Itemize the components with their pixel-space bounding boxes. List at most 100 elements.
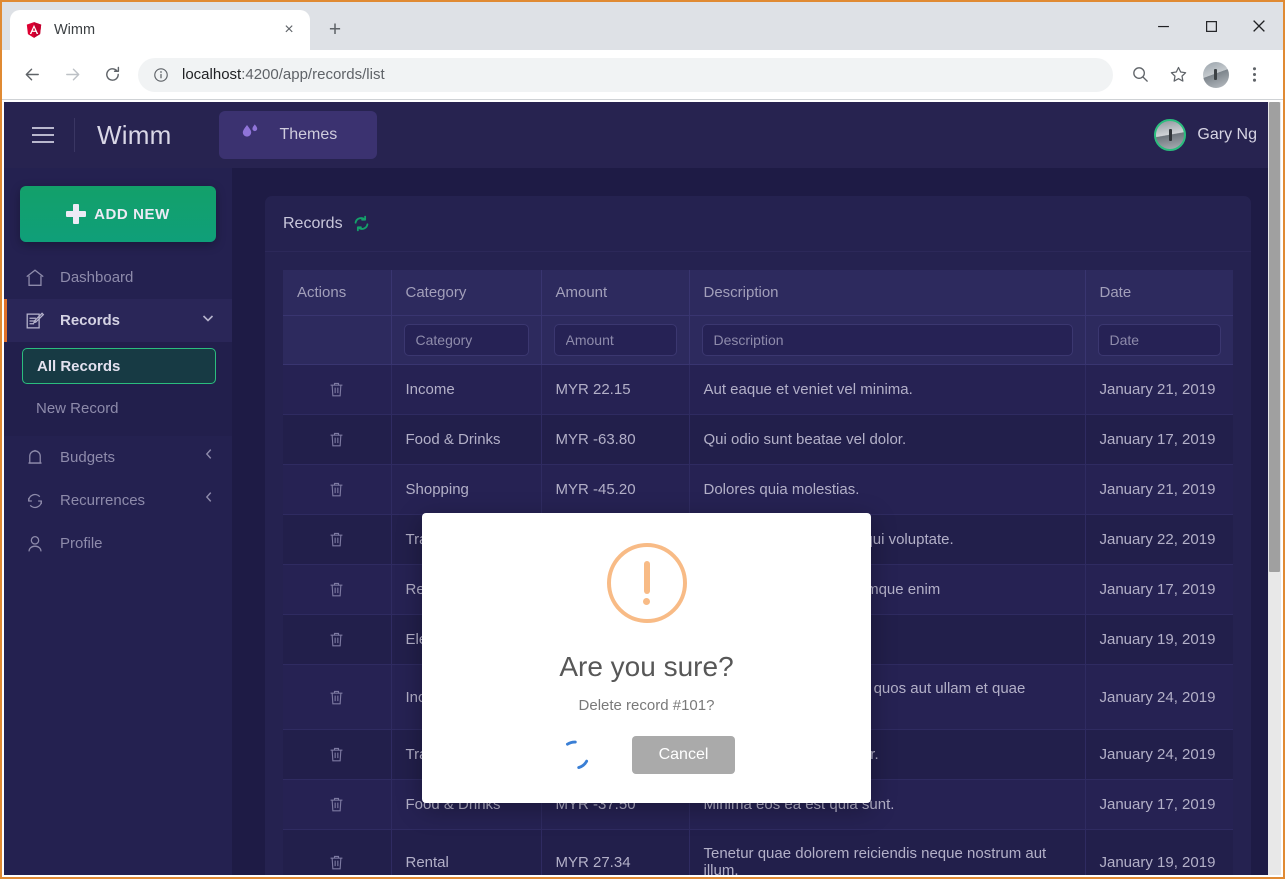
page-scrollbar[interactable] [1268, 102, 1281, 875]
user-name: Gary Ng [1197, 126, 1257, 143]
delete-icon[interactable] [297, 688, 377, 707]
filter-amount-cell [541, 315, 690, 365]
cell-date: January 17, 2019 [1085, 414, 1233, 465]
cell-date: January 19, 2019 [1085, 614, 1233, 665]
cell-actions [283, 514, 392, 565]
cell-date: January 17, 2019 [1085, 564, 1233, 615]
address-bar[interactable]: localhost:4200/app/records/list [138, 57, 1113, 92]
col-actions: Actions [283, 270, 392, 316]
sidebar-label: Records [60, 312, 121, 329]
sidebar-item-all-records[interactable]: All Records [22, 348, 216, 384]
url-text: localhost:4200/app/records/list [182, 66, 385, 83]
delete-icon[interactable] [297, 430, 377, 449]
sidebar-item-records[interactable]: Records [4, 299, 232, 342]
cell-date: January 24, 2019 [1085, 664, 1233, 730]
col-category: Category [391, 270, 542, 316]
cell-description: Qui odio sunt beatae vel dolor. [689, 414, 1086, 465]
cell-actions [283, 564, 392, 615]
filter-date-cell [1085, 315, 1233, 365]
table-row: Food & Drinks MYR -63.80 Qui odio sunt bea… [283, 414, 1233, 465]
cell-actions [283, 464, 392, 515]
app-brand: Wimm [97, 119, 172, 150]
sidebar-item-new-record[interactable]: New Record [22, 390, 216, 426]
cell-category: Income [391, 364, 542, 415]
sidebar-item-profile[interactable]: Profile [4, 522, 232, 565]
app-header: Wimm Themes Gary Ng [4, 102, 1281, 168]
browser-tab[interactable]: Wimm × [10, 10, 310, 50]
sidebar-item-recurrences[interactable]: Recurrences [4, 479, 232, 522]
cell-amount: MYR 27.34 [541, 829, 690, 875]
add-new-button[interactable]: ADD NEW [20, 186, 216, 242]
cell-actions [283, 414, 392, 465]
profile-avatar[interactable] [1203, 61, 1229, 88]
cell-actions [283, 779, 392, 830]
zoom-icon[interactable] [1124, 59, 1156, 91]
sidebar-item-dashboard[interactable]: Dashboard [4, 256, 232, 299]
dialog-title: Are you sure? [559, 651, 734, 682]
delete-icon[interactable] [297, 795, 377, 814]
bookmark-star-icon[interactable] [1162, 59, 1194, 91]
refresh-circle-icon [24, 490, 46, 512]
category-filter-input[interactable] [403, 324, 529, 356]
menu-kebab-icon[interactable] [1238, 59, 1270, 91]
tab-title: Wimm [54, 22, 96, 38]
filter-category-cell [391, 315, 542, 365]
date-filter-input[interactable] [1097, 324, 1221, 356]
amount-filter-input[interactable] [553, 324, 677, 356]
confirm-dialog: Are you sure? Delete record #101? Cancel [422, 513, 871, 803]
cell-actions [283, 664, 392, 730]
edit-note-icon [24, 310, 46, 332]
col-description: Description [689, 270, 1086, 316]
cancel-button[interactable]: Cancel [632, 736, 735, 774]
warning-exclamation-icon [606, 543, 687, 623]
minimize-icon[interactable] [1139, 9, 1187, 43]
close-icon[interactable]: × [278, 19, 300, 41]
sidebar-label: Recurrences [60, 492, 146, 509]
scrollbar-thumb[interactable] [1269, 102, 1280, 572]
cell-date: January 22, 2019 [1085, 514, 1233, 565]
delete-icon[interactable] [297, 530, 377, 549]
sidebar-label: Profile [60, 535, 103, 552]
sidebar-label: Dashboard [60, 269, 134, 286]
cell-actions [283, 364, 392, 415]
cell-date: January 17, 2019 [1085, 779, 1233, 830]
description-filter-input[interactable] [701, 324, 1073, 356]
cell-date: January 19, 2019 [1085, 829, 1233, 875]
close-icon[interactable] [1235, 9, 1283, 43]
delete-icon[interactable] [297, 480, 377, 499]
menu-toggle-icon[interactable] [26, 118, 60, 152]
sidebar-sublabel: All Records [37, 357, 121, 375]
cell-category: Rental [391, 829, 542, 875]
add-new-wrapper: ADD NEW [4, 168, 232, 256]
window-controls [1139, 2, 1283, 50]
col-amount: Amount [541, 270, 690, 316]
table-header-row: Actions Category Amount Description Date [283, 270, 1233, 316]
refresh-icon[interactable] [352, 214, 371, 233]
table-row: Income MYR 22.15 Aut eaque et veniet vel m… [283, 364, 1233, 415]
browser-tabstrip: Wimm × + [2, 2, 1283, 50]
table-head: Actions Category Amount Description Date [283, 270, 1233, 365]
delete-icon[interactable] [297, 745, 377, 764]
browser-window: Wimm × + localhost:4200/app/records/list… [0, 0, 1285, 879]
new-tab-button[interactable]: + [320, 15, 350, 45]
cell-category: Shopping [391, 464, 542, 515]
reload-icon[interactable] [95, 58, 129, 92]
back-icon[interactable] [15, 58, 49, 92]
delete-icon[interactable] [297, 630, 377, 649]
sidebar-item-budgets[interactable]: Budgets [4, 436, 232, 479]
angular-icon [24, 20, 44, 40]
table-row: Shopping MYR -45.20 Dolores quia molestias… [283, 464, 1233, 515]
themes-button[interactable]: Themes [219, 111, 378, 159]
cell-category: Food & Drinks [391, 414, 542, 465]
maximize-icon[interactable] [1187, 9, 1235, 43]
cell-date: January 24, 2019 [1085, 729, 1233, 780]
col-date: Date [1085, 270, 1233, 316]
user-menu[interactable]: Gary Ng [1154, 102, 1257, 168]
delete-icon[interactable] [297, 380, 377, 399]
forward-icon[interactable] [55, 58, 89, 92]
delete-icon[interactable] [297, 853, 377, 872]
filter-actions-cell [283, 315, 392, 365]
sidebar-sublabel: New Record [36, 399, 119, 417]
delete-icon[interactable] [297, 580, 377, 599]
app-body: ADD NEW Dashboard Records All Records Ne… [4, 168, 1281, 875]
